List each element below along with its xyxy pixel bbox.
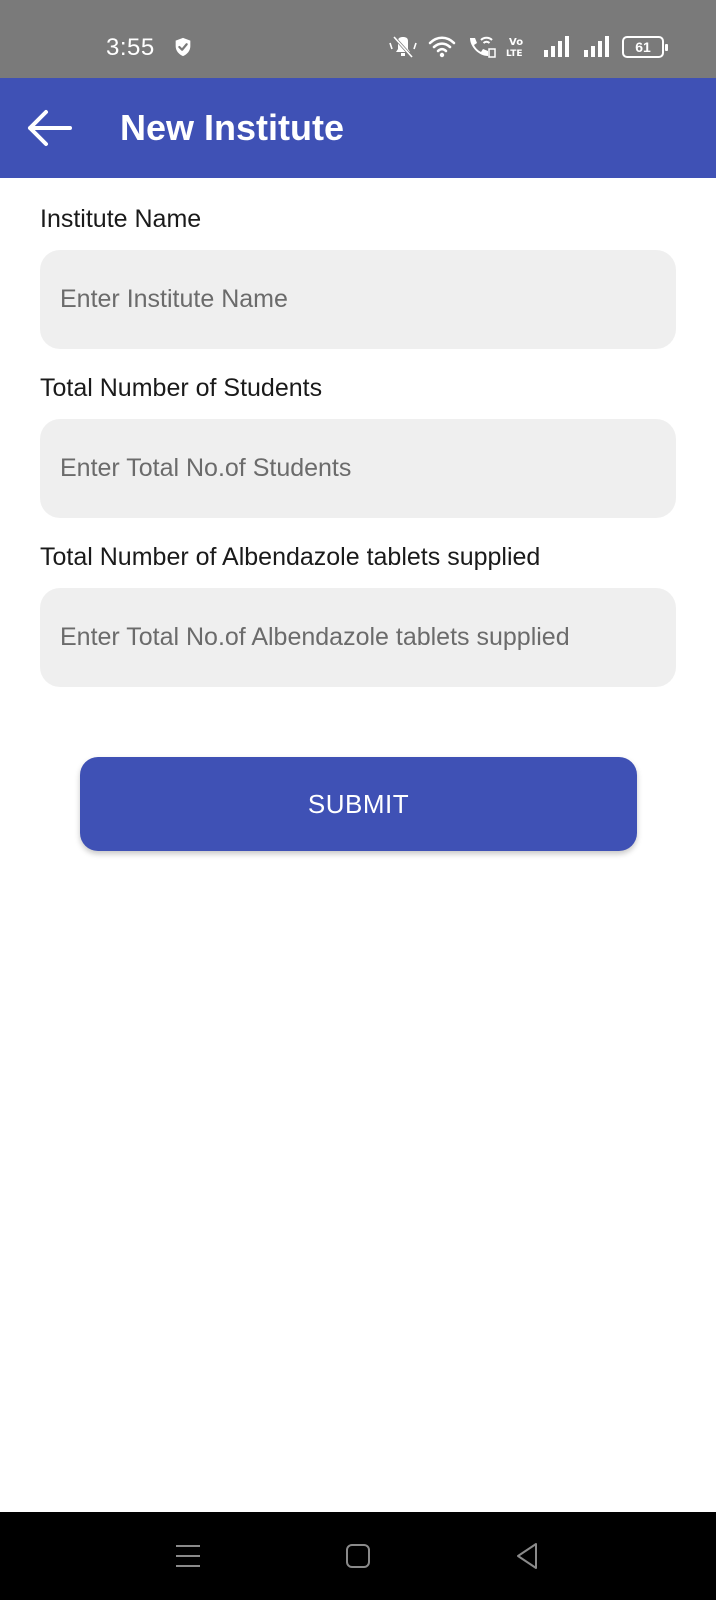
volte-icon: Vo LTE (506, 37, 523, 59)
submit-button[interactable]: SUBMIT (80, 757, 637, 851)
form-field-institute-name: Institute Name (40, 204, 676, 349)
signal-icon (584, 36, 609, 57)
shield-check-icon (175, 37, 191, 57)
mute-icon (389, 35, 417, 59)
signal-icon (544, 36, 569, 57)
back-button[interactable] (24, 106, 74, 150)
status-icons: Vo LTE 61 (388, 34, 668, 60)
form-field-total-students: Total Number of Students (40, 373, 676, 518)
total-students-label: Total Number of Students (40, 374, 323, 402)
status-time: 3:55 (106, 34, 155, 61)
wifi-call-icon (470, 36, 496, 58)
arrow-left-icon (28, 110, 72, 146)
svg-text:Vo: Vo (509, 37, 523, 48)
wifi-icon (428, 36, 456, 58)
institute-name-label: Institute Name (40, 205, 202, 233)
home-square-icon[interactable] (340, 1538, 376, 1574)
page-title: New Institute (120, 107, 345, 148)
form-field-albendazole-tablets: Total Number of Albendazole tablets supp… (40, 542, 676, 687)
system-nav-bar (0, 1512, 716, 1600)
back-triangle-icon[interactable] (510, 1538, 546, 1574)
battery-level: 61 (635, 39, 651, 55)
institute-name-input[interactable] (40, 250, 676, 349)
svg-text:LTE: LTE (506, 49, 523, 59)
total-students-input[interactable] (40, 419, 676, 518)
albendazole-tablets-label: Total Number of Albendazole tablets supp… (40, 543, 541, 571)
institute-form: Institute Name Total Number of Students … (40, 178, 676, 687)
albendazole-tablets-input[interactable] (40, 588, 676, 687)
status-bar: 3:55 Vo LTE 61 (0, 0, 716, 78)
menu-icon[interactable] (170, 1538, 206, 1574)
battery-indicator: 61 (622, 36, 668, 58)
app-bar: New Institute (0, 78, 716, 178)
